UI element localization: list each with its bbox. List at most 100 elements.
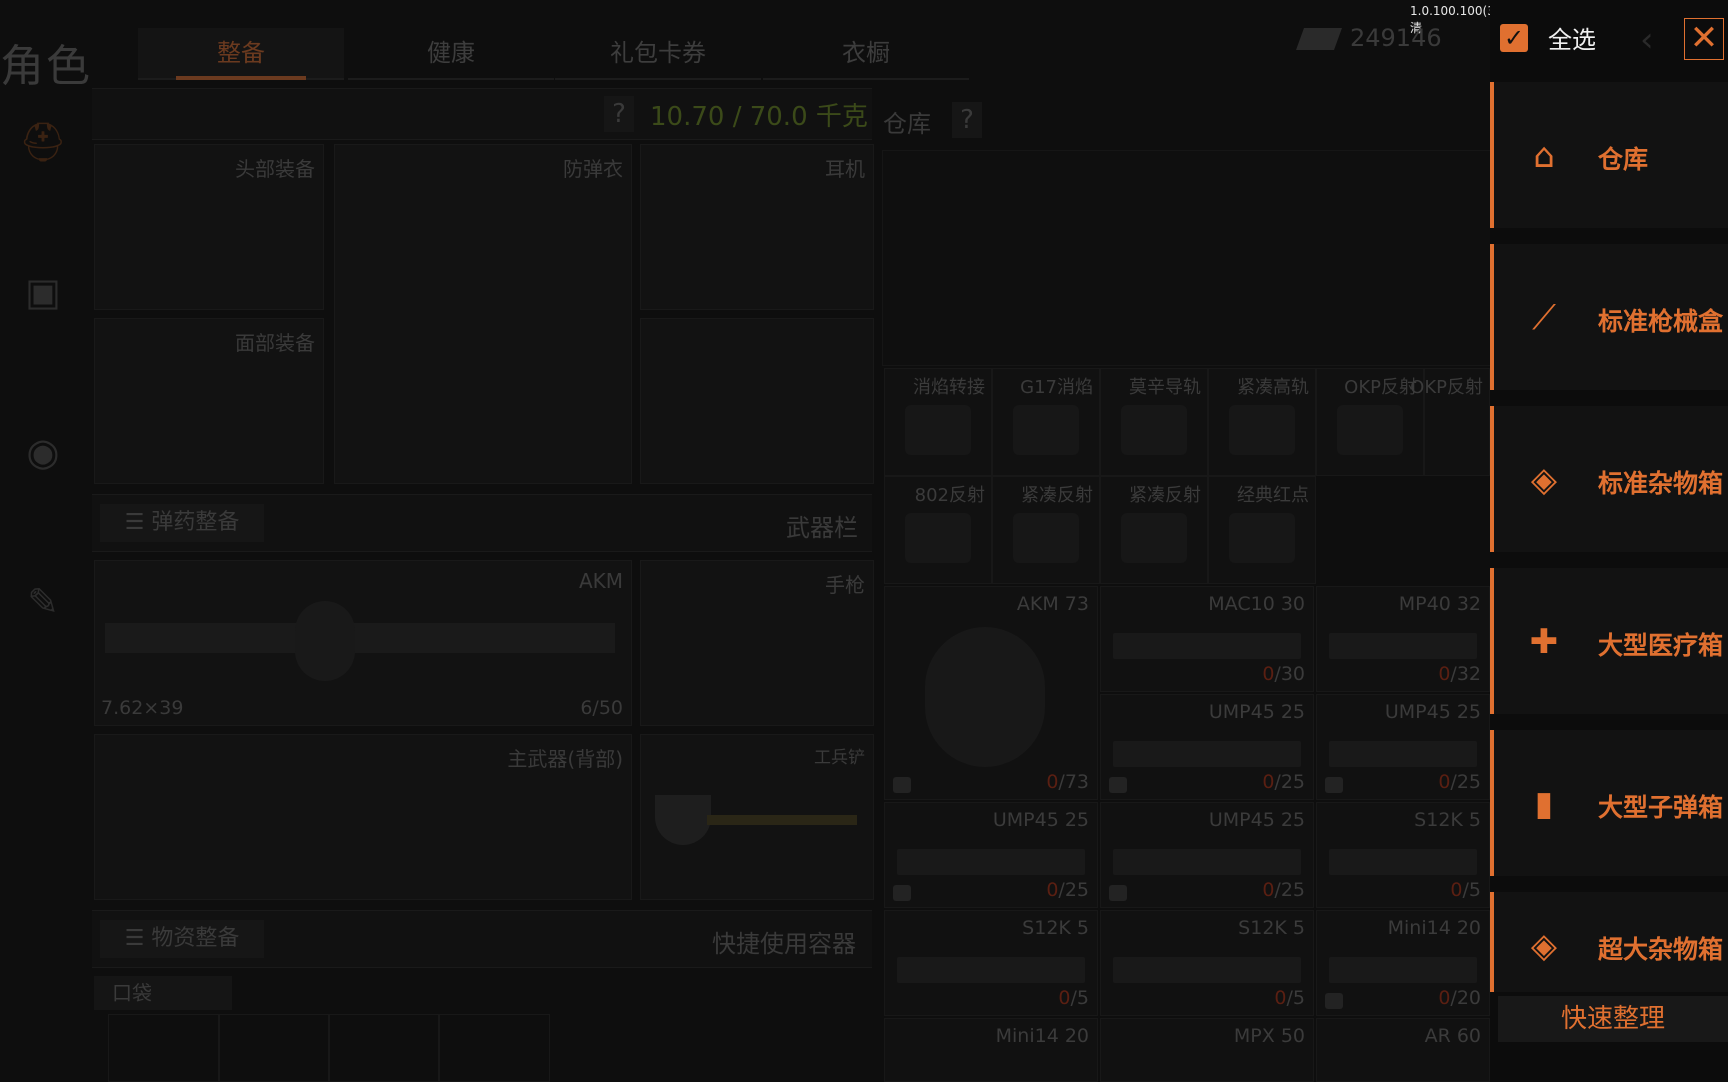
ammo-loadout-button[interactable]: ☰ 弹药整备 bbox=[100, 504, 264, 542]
warehouse-mag[interactable]: AR 60 bbox=[1316, 1018, 1490, 1082]
warehouse-mag[interactable]: UMP45 25 0/25 bbox=[884, 802, 1098, 908]
helmet-icon[interactable]: ⛑ bbox=[18, 120, 68, 170]
container-item-ammo-box[interactable]: ▮ 大型子弹箱 bbox=[1490, 730, 1728, 876]
warehouse-item[interactable]: 802反射 bbox=[884, 476, 992, 584]
tab-gift-cards[interactable]: 礼包卡券 bbox=[555, 28, 761, 80]
item-image bbox=[1013, 405, 1079, 455]
head-slot[interactable]: 头部装备 bbox=[94, 144, 324, 310]
accent-edge bbox=[1490, 892, 1494, 992]
box-icon bbox=[1109, 885, 1127, 901]
weight-help-button[interactable]: ? bbox=[604, 96, 634, 132]
warehouse-item[interactable]: 经典红点 bbox=[1208, 476, 1316, 584]
pocket-slot[interactable] bbox=[438, 1014, 550, 1082]
warehouse-item[interactable]: 紧凑反射 bbox=[992, 476, 1100, 584]
box-icon bbox=[893, 777, 911, 793]
pistol-slot-label: 手枪 bbox=[825, 573, 865, 597]
mask-icon[interactable]: ◉ bbox=[18, 430, 68, 480]
pocket-slot[interactable] bbox=[328, 1014, 440, 1082]
warehouse-mag[interactable]: Mini14 20 bbox=[884, 1018, 1098, 1082]
armor-slot[interactable]: 防弹衣 bbox=[334, 144, 632, 484]
drum-mag-image bbox=[925, 627, 1045, 767]
house-icon: ⌂ bbox=[1533, 136, 1555, 176]
mag-count-max: /5 bbox=[1462, 879, 1482, 901]
select-all-checkbox[interactable]: ✓ bbox=[1500, 24, 1528, 52]
chevron-left-icon[interactable]: ‹ bbox=[1640, 20, 1654, 60]
page-title: 角色 bbox=[0, 41, 92, 92]
pocket-label: 口袋 bbox=[94, 976, 232, 1010]
pocket-slot[interactable] bbox=[218, 1014, 330, 1082]
melee-slot[interactable]: 工兵铲 bbox=[640, 734, 874, 900]
container-item-medical-box[interactable]: ✚ 大型医疗箱 bbox=[1490, 568, 1728, 714]
ammo-count: 6/50 bbox=[580, 697, 623, 719]
mag-name: S12K 5 bbox=[1022, 917, 1089, 939]
tab-health[interactable]: 健康 bbox=[348, 28, 554, 80]
back-weapon-slot[interactable]: 主武器(背部) bbox=[94, 734, 632, 900]
pocket-slot[interactable] bbox=[108, 1014, 220, 1082]
container-item-xl-box[interactable]: ◈ 超大杂物箱 bbox=[1490, 892, 1728, 992]
container-item-warehouse[interactable]: ⌂ 仓库 bbox=[1490, 82, 1728, 228]
warehouse-item[interactable]: 紧凑高轨 bbox=[1208, 368, 1316, 476]
warehouse-item[interactable]: OKP反射 bbox=[1316, 368, 1424, 476]
mag-count-zero: 0 bbox=[1450, 879, 1463, 901]
mag-count: 0/25 bbox=[1262, 879, 1305, 901]
mag-name: S12K 5 bbox=[1238, 917, 1305, 939]
warehouse-item[interactable]: 莫辛导轨 bbox=[1100, 368, 1208, 476]
warehouse-help-button[interactable]: ? bbox=[952, 102, 982, 138]
accent-edge bbox=[1490, 406, 1494, 552]
warehouse-mag[interactable]: S12K 5 0/5 bbox=[1100, 910, 1314, 1016]
tab-loadout[interactable]: 整备 bbox=[138, 28, 344, 80]
warehouse-mag[interactable]: Mini14 20 0/20 bbox=[1316, 910, 1490, 1016]
item-name: 经典红点 bbox=[1237, 485, 1309, 506]
warehouse-mag[interactable]: S12K 5 0/5 bbox=[1316, 802, 1490, 908]
warehouse-mag[interactable]: MPX 50 bbox=[1100, 1018, 1314, 1082]
item-image bbox=[1121, 405, 1187, 455]
supply-loadout-button[interactable]: ☰ 物资整备 bbox=[100, 920, 264, 958]
warehouse-mag[interactable]: MP40 32 0/32 bbox=[1316, 586, 1490, 692]
primary-weapon-slot[interactable]: AKM 7.62×39 6/50 bbox=[94, 560, 632, 726]
rifle-image bbox=[105, 623, 615, 653]
caliber-label: 7.62×39 bbox=[101, 697, 184, 719]
box-icon bbox=[1109, 777, 1127, 793]
mag-count-max: /25 bbox=[1058, 879, 1089, 901]
item-name: 802反射 bbox=[914, 485, 985, 506]
warehouse-mag[interactable]: AKM 73 0/73 bbox=[884, 586, 1098, 800]
accent-edge bbox=[1490, 730, 1494, 876]
warehouse-mag[interactable]: MAC10 30 0/30 bbox=[1100, 586, 1314, 692]
container-item-gun-case[interactable]: ⟋ 标准枪械盒 bbox=[1490, 244, 1728, 390]
face-slot[interactable]: 面部装备 bbox=[94, 318, 324, 484]
mag-name: Mini14 20 bbox=[1387, 917, 1481, 939]
armor-slot-label: 防弹衣 bbox=[563, 157, 623, 181]
item-name: 紧凑反射 bbox=[1129, 485, 1201, 506]
warehouse-title: 仓库 bbox=[883, 110, 931, 138]
container-item-misc-box[interactable]: ◈ 标准杂物箱 bbox=[1490, 406, 1728, 552]
warehouse-mag[interactable]: UMP45 25 0/25 bbox=[1100, 802, 1314, 908]
warehouse-mag[interactable]: S12K 5 0/5 bbox=[884, 910, 1098, 1016]
tools-icon[interactable]: ✎ bbox=[18, 580, 68, 630]
warehouse-item[interactable]: 紧凑反射 bbox=[1100, 476, 1208, 584]
close-button[interactable]: ✕ bbox=[1684, 18, 1724, 60]
mag-count-max: /25 bbox=[1274, 879, 1305, 901]
warehouse-mag[interactable]: UMP45 25 0/25 bbox=[1316, 694, 1490, 800]
supply-loadout-label: 物资整备 bbox=[151, 926, 240, 951]
mag-image bbox=[1329, 849, 1477, 875]
pistol-slot[interactable]: 手枪 bbox=[640, 560, 874, 726]
mag-count-zero: 0 bbox=[1046, 771, 1059, 793]
quick-sort-button[interactable]: 快速整理 bbox=[1498, 996, 1728, 1042]
item-image bbox=[1121, 513, 1187, 563]
tab-wardrobe[interactable]: 衣橱 bbox=[763, 28, 969, 80]
warehouse-mag[interactable]: UMP45 25 0/25 bbox=[1100, 694, 1314, 800]
earphone-slot[interactable]: 耳机 bbox=[640, 144, 874, 310]
backpack-icon[interactable]: ▣ bbox=[18, 270, 68, 320]
back-weapon-label: 主武器(背部) bbox=[507, 747, 623, 771]
mag-image bbox=[1113, 633, 1301, 659]
warehouse-item[interactable]: OKP反射 bbox=[1410, 368, 1490, 476]
extra-slot[interactable] bbox=[640, 318, 874, 484]
mag-count: 0/73 bbox=[1046, 771, 1089, 793]
warehouse-item[interactable]: G17消焰 bbox=[992, 368, 1100, 476]
mag-count: 0/5 bbox=[1450, 879, 1481, 901]
money-icon bbox=[1295, 28, 1343, 50]
warehouse-item[interactable]: 消焰转接 bbox=[884, 368, 992, 476]
select-all-label[interactable]: 全选 bbox=[1548, 20, 1596, 60]
shovel-head-image bbox=[655, 795, 711, 845]
accent-edge bbox=[1490, 568, 1494, 714]
